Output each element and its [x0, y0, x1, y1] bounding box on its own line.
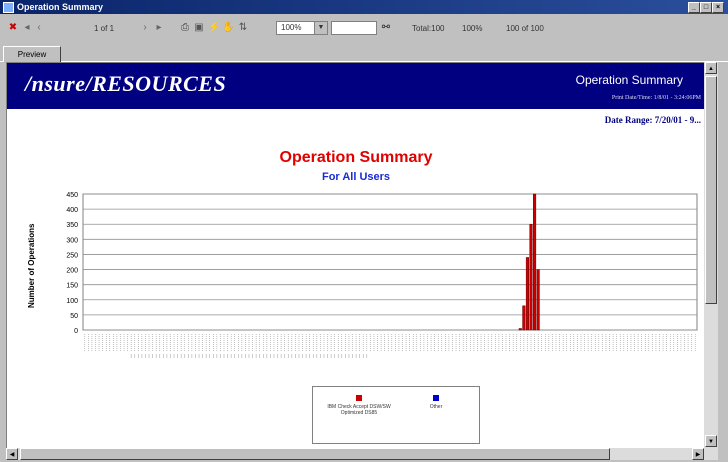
- chart-legend: IBM Check Accept DSW/SW Optimized DS85 O…: [312, 386, 480, 444]
- bar: [518, 328, 522, 331]
- zoom-select[interactable]: 100% ▼: [276, 21, 328, 35]
- window-title: Operation Summary: [17, 2, 104, 12]
- hand-icon[interactable]: ✋: [222, 23, 234, 33]
- report-viewport: /nsure/RESOURCES Operation Summary Print…: [6, 62, 706, 449]
- scroll-right-icon[interactable]: ▶: [692, 448, 704, 460]
- toolbar: ✖ ◂ ‹ 1 of 1 › ▸ ⎙ ▣ ⚡ ✋ ⇅ 100% ▼ ⚯ Tota…: [0, 15, 728, 41]
- horizontal-scroll-thumb[interactable]: [20, 448, 610, 460]
- y-tick-label: 250: [66, 252, 78, 259]
- y-tick-label: 50: [70, 313, 78, 320]
- vertical-scroll-thumb[interactable]: [705, 76, 717, 304]
- binoculars-icon[interactable]: ⚯: [381, 23, 391, 33]
- chevron-down-icon[interactable]: ▼: [314, 22, 327, 34]
- bar: [522, 305, 526, 331]
- legend-label: IBM Check Accept DSW/SW Optimized DS85: [327, 404, 391, 416]
- records-label: 100 of 100: [506, 24, 544, 33]
- y-tick-label: 350: [66, 222, 78, 229]
- legend-swatch: [433, 395, 439, 401]
- close-button[interactable]: ×: [712, 2, 724, 13]
- legend-label: Other: [429, 404, 443, 410]
- scroll-down-icon[interactable]: ▼: [705, 435, 717, 447]
- total-value: 100%: [462, 24, 483, 33]
- y-axis-label: Number of Operations: [27, 223, 36, 308]
- export-icon[interactable]: ▣: [194, 23, 204, 33]
- y-tick-label: 450: [66, 192, 78, 199]
- horizontal-scrollbar[interactable]: ◀ ▶: [6, 448, 718, 460]
- app-icon: [3, 2, 14, 13]
- window-titlebar: Operation Summary _ □ ×: [0, 0, 728, 14]
- vertical-scrollbar[interactable]: ▲ ▼: [704, 62, 718, 448]
- tab-preview[interactable]: Preview: [3, 46, 61, 62]
- legend-item: Other: [411, 395, 461, 410]
- first-page-icon[interactable]: ◂: [22, 23, 32, 33]
- tab-strip: Preview: [0, 41, 728, 62]
- page-indicator: 1 of 1: [94, 24, 115, 33]
- print-icon[interactable]: ⎙: [180, 23, 190, 33]
- y-tick-label: 150: [66, 283, 78, 290]
- scroll-up-icon[interactable]: ▲: [705, 62, 717, 74]
- lightning-icon[interactable]: ⚡: [208, 23, 220, 33]
- zoom-value: 100%: [281, 23, 302, 32]
- bar: [536, 269, 540, 331]
- maximize-button[interactable]: □: [700, 2, 712, 13]
- y-tick-label: 200: [66, 268, 78, 275]
- search-input[interactable]: [331, 21, 377, 35]
- y-tick-label: 0: [74, 328, 78, 335]
- next-page-icon[interactable]: ›: [140, 23, 150, 33]
- minimize-button[interactable]: _: [688, 2, 700, 13]
- prev-page-icon[interactable]: ‹: [34, 23, 44, 33]
- plot-area: [82, 193, 698, 331]
- bar: [533, 193, 537, 331]
- last-page-icon[interactable]: ▸: [154, 23, 164, 33]
- bar: [529, 223, 533, 331]
- group-tree-icon[interactable]: ⇅: [238, 23, 248, 33]
- y-tick-label: 400: [66, 207, 78, 214]
- bar: [525, 257, 529, 331]
- stop-icon[interactable]: ✖: [8, 23, 18, 33]
- legend-item: IBM Check Accept DSW/SW Optimized DS85: [319, 395, 399, 416]
- y-tick-label: 100: [66, 298, 78, 305]
- scroll-left-icon[interactable]: ◀: [6, 448, 18, 460]
- total-label: Total:100: [412, 24, 445, 33]
- legend-swatch: [356, 395, 362, 401]
- y-tick-label: 300: [66, 237, 78, 244]
